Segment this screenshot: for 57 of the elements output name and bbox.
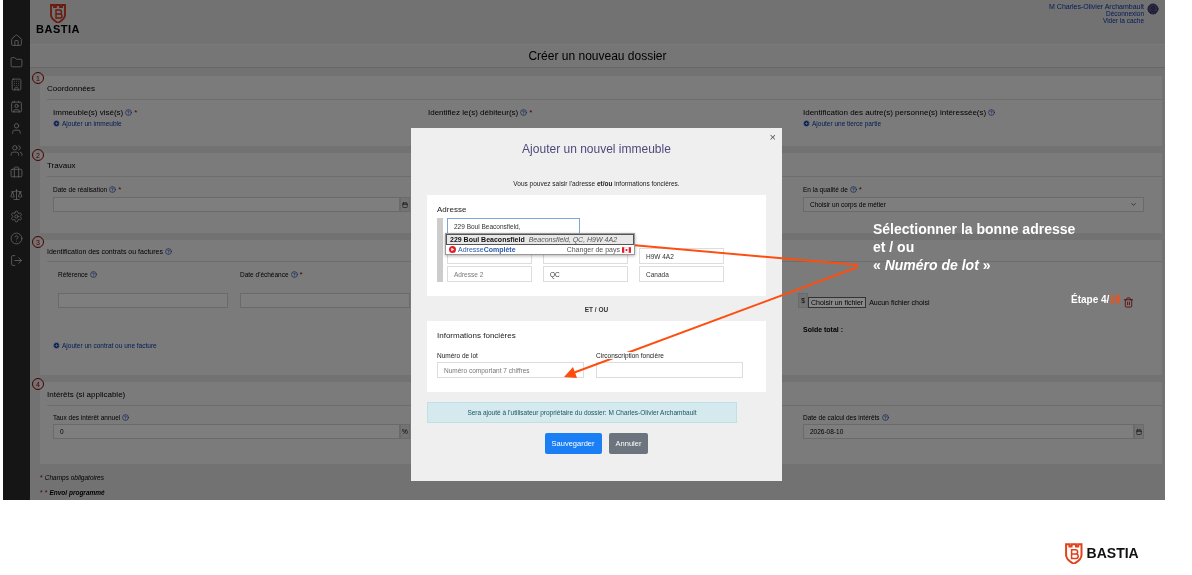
required-mark: * — [299, 270, 303, 279]
logo-text: BASTIA — [36, 23, 80, 35]
settings-icon[interactable] — [10, 210, 23, 223]
help-icon[interactable] — [849, 186, 857, 193]
section-title: Travaux — [47, 161, 76, 170]
field-label: Immeuble(s) visé(s) — [53, 108, 124, 117]
folder-icon[interactable] — [10, 56, 23, 69]
required-mark: * — [118, 185, 122, 194]
help-icon[interactable] — [122, 414, 130, 421]
annotation-text: « Numéro de lot » — [873, 256, 991, 274]
help-icon[interactable] — [90, 271, 97, 278]
table-field[interactable] — [240, 293, 410, 308]
help-icon[interactable] — [988, 109, 996, 116]
required-mark: * — [858, 185, 862, 194]
section-title: Coordonnées — [47, 84, 96, 93]
logout-icon[interactable] — [10, 254, 23, 267]
help-icon[interactable] — [520, 109, 528, 116]
step-counter: Étape 4/18 — [1071, 294, 1121, 305]
help-icon[interactable] — [164, 248, 172, 255]
contact-card-icon[interactable] — [10, 100, 23, 113]
avatar-icon[interactable] — [1147, 3, 1159, 15]
field-label: Identification des autre(s) personne(s) intéressée(s) — [803, 108, 987, 117]
calendar-icon — [1136, 428, 1142, 435]
page-title: Créer un nouveau dossier — [528, 49, 667, 63]
home-icon[interactable] — [10, 34, 23, 47]
scales-icon[interactable] — [10, 188, 23, 201]
help-icon[interactable] — [125, 109, 133, 116]
logo-text: BASTIA — [1086, 545, 1139, 561]
users-icon[interactable] — [10, 144, 23, 157]
calendar-icon — [402, 201, 408, 208]
trash-icon[interactable] — [1123, 297, 1134, 308]
modal-title: Ajouter un nouvel immeuble — [522, 142, 671, 156]
calendar-button[interactable] — [400, 197, 410, 212]
required-mark: * — [134, 108, 138, 117]
close-button[interactable]: × — [769, 131, 776, 143]
section-title: Intérêts (si applicable) — [47, 390, 126, 399]
building-icon[interactable] — [10, 78, 23, 91]
help-icon[interactable] — [881, 414, 889, 421]
panel-title: Adresse — [437, 205, 468, 214]
user-icon[interactable] — [10, 122, 23, 135]
plus-icon — [53, 120, 60, 127]
briefcase-icon[interactable] — [10, 166, 23, 179]
help-icon[interactable] — [10, 232, 23, 245]
annotation-text: et / ou — [873, 238, 915, 256]
annotation-text: Sélectionner la bonne adresse — [873, 220, 1076, 238]
district-field[interactable] — [596, 362, 743, 378]
shield-logo-icon — [1065, 542, 1083, 564]
calendar-button[interactable] — [1134, 424, 1144, 439]
panel-title: Informations foncières — [437, 331, 517, 340]
chevron-down-icon — [1130, 201, 1137, 208]
plus-icon — [803, 120, 810, 127]
help-icon[interactable] — [109, 186, 117, 193]
field-label: Identifiez le(s) débiteur(s) — [428, 108, 519, 117]
shield-logo-icon — [49, 3, 66, 23]
required-mark: * — [529, 108, 533, 117]
help-icon[interactable] — [290, 271, 298, 278]
plus-icon — [53, 342, 60, 349]
